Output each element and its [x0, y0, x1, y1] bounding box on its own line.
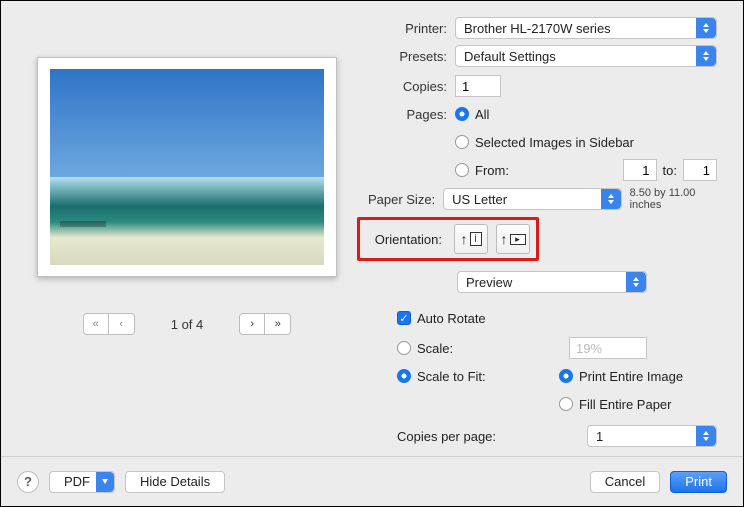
next-page-button[interactable]: ›: [239, 313, 265, 335]
paginator: « ‹ 1 of 4 › »: [83, 313, 292, 335]
next-group: › »: [239, 313, 291, 335]
paper-dims-text: 8.50 by 11.00 inches: [630, 187, 717, 211]
print-entire-image-radio[interactable]: [559, 369, 573, 383]
print-label: Print: [685, 474, 712, 489]
page-icon: ▸: [510, 234, 526, 245]
cancel-label: Cancel: [605, 474, 645, 489]
chevron-updown-icon: [601, 189, 621, 209]
print-dialog: « ‹ 1 of 4 › » Printer: Brother HL-2170W…: [0, 0, 744, 507]
page-indicator: 1 of 4: [171, 317, 204, 332]
copies-per-page-label: Copies per page:: [397, 429, 527, 444]
paper-size-select[interactable]: US Letter: [443, 188, 621, 210]
scale-to-fit-label: Scale to Fit:: [417, 369, 486, 384]
copies-input[interactable]: [455, 75, 501, 97]
pdf-menu-button[interactable]: PDF: [49, 471, 115, 493]
section-select-value: Preview: [466, 275, 512, 290]
fill-entire-paper-label: Fill Entire Paper: [579, 397, 671, 412]
dialog-content: « ‹ 1 of 4 › » Printer: Brother HL-2170W…: [1, 1, 743, 441]
paper-size-select-value: US Letter: [452, 192, 507, 207]
pages-sidebar-radio[interactable]: [455, 135, 469, 149]
orientation-highlight: Orientation: ↑ İ ↑ ▸: [357, 217, 539, 261]
pages-sidebar-label: Selected Images in Sidebar: [475, 135, 634, 150]
chevron-updown-icon: [696, 426, 716, 446]
printer-select-value: Brother HL-2170W series: [464, 21, 611, 36]
copies-per-page-select[interactable]: 1: [587, 425, 717, 447]
hide-details-label: Hide Details: [140, 474, 210, 489]
preview-thumbnail: [50, 69, 324, 265]
chevron-updown-icon: [696, 18, 716, 38]
auto-rotate-label: Auto Rotate: [417, 311, 486, 326]
scale-label: Scale:: [417, 341, 453, 356]
fill-entire-paper-radio[interactable]: [559, 397, 573, 411]
dialog-footer: ? PDF Hide Details Cancel Print: [1, 456, 743, 506]
orientation-label: Orientation:: [366, 232, 446, 247]
paper-size-label: Paper Size:: [357, 192, 443, 207]
scale-to-fit-radio[interactable]: [397, 369, 411, 383]
pages-all-label: All: [475, 107, 489, 122]
prev-group: « ‹: [83, 313, 135, 335]
pages-all-radio[interactable]: [455, 107, 469, 121]
copies-per-page-value: 1: [596, 429, 603, 444]
pages-to-label: to:: [663, 163, 677, 178]
pdf-button-label: PDF: [64, 474, 90, 489]
scale-radio[interactable]: [397, 341, 411, 355]
page-icon: İ: [470, 232, 482, 246]
orientation-portrait-button[interactable]: ↑ İ: [454, 224, 488, 254]
cancel-button[interactable]: Cancel: [590, 471, 660, 493]
section-select[interactable]: Preview: [457, 271, 647, 293]
chevron-down-icon: [96, 472, 114, 492]
presets-label: Presets:: [357, 49, 455, 64]
arrow-up-icon: ↑: [461, 231, 468, 247]
scale-input: [569, 337, 647, 359]
settings-column: Printer: Brother HL-2170W series Presets…: [357, 17, 727, 441]
print-entire-image-label: Print Entire Image: [579, 369, 683, 384]
prev-page-button[interactable]: ‹: [109, 313, 135, 335]
pages-from-label: From:: [475, 163, 509, 178]
first-page-button[interactable]: «: [83, 313, 109, 335]
chevron-updown-icon: [696, 46, 716, 66]
printer-select[interactable]: Brother HL-2170W series: [455, 17, 717, 39]
preview-frame: [37, 57, 337, 277]
last-page-button[interactable]: »: [265, 313, 291, 335]
hide-details-button[interactable]: Hide Details: [125, 471, 225, 493]
chevron-updown-icon: [626, 272, 646, 292]
pages-from-radio[interactable]: [455, 163, 469, 177]
print-button[interactable]: Print: [670, 471, 727, 493]
preview-column: « ‹ 1 of 4 › »: [17, 17, 357, 441]
pages-from-input[interactable]: [623, 159, 657, 181]
help-button[interactable]: ?: [17, 471, 39, 493]
arrow-up-icon: ↑: [501, 231, 508, 247]
pages-to-input[interactable]: [683, 159, 717, 181]
pages-label: Pages:: [357, 107, 455, 122]
printer-label: Printer:: [357, 21, 455, 36]
presets-select-value: Default Settings: [464, 49, 556, 64]
presets-select[interactable]: Default Settings: [455, 45, 717, 67]
copies-label: Copies:: [357, 79, 455, 94]
orientation-landscape-button[interactable]: ↑ ▸: [496, 224, 530, 254]
auto-rotate-checkbox[interactable]: ✓: [397, 311, 411, 325]
